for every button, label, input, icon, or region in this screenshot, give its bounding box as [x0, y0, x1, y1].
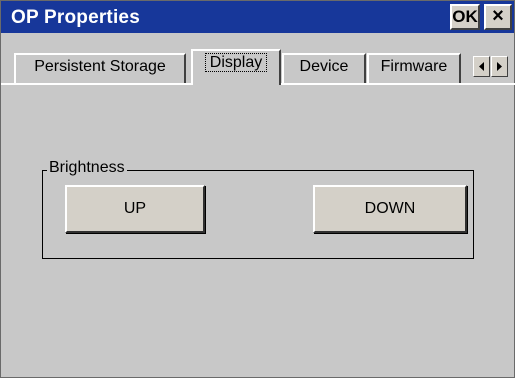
tab-label: Firmware	[380, 58, 448, 75]
arrow-right-icon	[497, 62, 502, 71]
title-bar: OP Properties OK ×	[1, 1, 514, 33]
tab-label: Persistent Storage	[34, 58, 166, 75]
tab-label: Display	[204, 53, 268, 72]
tab-label: Device	[299, 58, 349, 75]
tab-firmware[interactable]: Firmware	[367, 53, 461, 83]
brightness-up-button[interactable]: UP	[65, 185, 205, 233]
op-properties-window: OP Properties OK × Persistent Storage Di…	[0, 0, 515, 378]
brightness-down-button[interactable]: DOWN	[313, 185, 467, 233]
tab-persistent-storage[interactable]: Persistent Storage	[14, 53, 186, 83]
arrow-left-icon	[479, 62, 484, 71]
tab-scroll-left-button[interactable]	[473, 56, 490, 77]
brightness-group-label: Brightness	[47, 159, 127, 177]
tab-scroll-right-button[interactable]	[491, 56, 508, 77]
tab-display[interactable]: Display	[191, 49, 281, 85]
ok-button[interactable]: OK	[450, 4, 480, 30]
window-title: OP Properties	[11, 7, 140, 28]
tab-device[interactable]: Device	[282, 53, 366, 83]
close-button[interactable]: ×	[484, 4, 512, 30]
